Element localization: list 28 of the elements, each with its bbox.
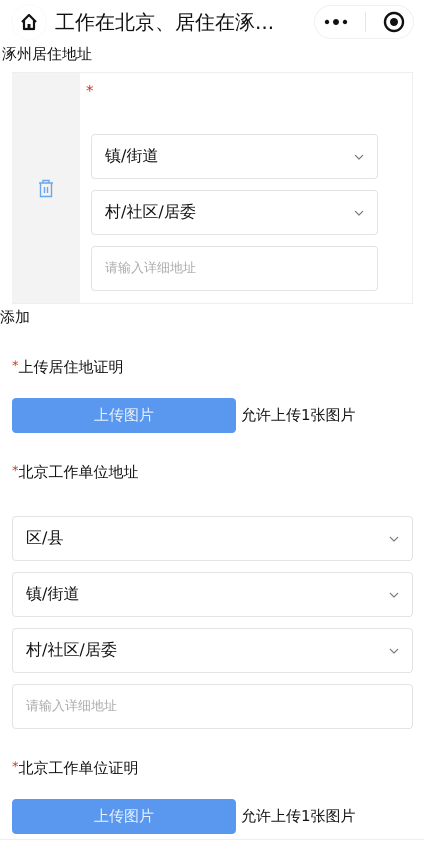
required-mark: * — [12, 463, 18, 481]
dropdown-field[interactable]: 区/县 — [12, 516, 413, 561]
dropdown-field[interactable]: 村/社区/居委 — [12, 628, 413, 673]
chevron-down-icon — [389, 648, 399, 654]
section-label: 涿州居住地址 — [2, 44, 93, 64]
field-label: 北京工作单位证明 — [18, 758, 138, 779]
input-field[interactable]: 请输入详细地址 — [91, 246, 378, 291]
upload-hint: 允许上传1张图片 — [241, 807, 356, 826]
chevron-down-icon — [389, 592, 399, 598]
field-label: 上传居住地证明 — [18, 357, 124, 378]
add-link[interactable]: 添加 — [0, 306, 30, 328]
field-label: 北京工作单位地址 — [18, 462, 138, 483]
chevron-down-icon — [389, 536, 399, 542]
target-icon[interactable] — [382, 11, 404, 33]
dropdown-field[interactable]: 镇/街道 — [91, 134, 378, 179]
home-icon[interactable] — [19, 12, 39, 32]
required-mark: * — [12, 759, 18, 777]
required-mark: * — [86, 81, 94, 101]
dropdown-field[interactable]: 镇/街道 — [12, 572, 413, 617]
required-mark: * — [12, 358, 18, 376]
chevron-down-icon — [354, 210, 364, 216]
page-title: 工作在北京、居住在涿... — [55, 8, 276, 36]
trash-icon — [37, 178, 55, 198]
more-icon[interactable] — [324, 18, 348, 26]
chevron-down-icon — [354, 154, 364, 160]
dropdown-field[interactable]: 村/社区/居委 — [91, 190, 378, 235]
input-field[interactable]: 请输入详细地址 — [12, 684, 413, 729]
upload-hint: 允许上传1张图片 — [241, 406, 356, 425]
